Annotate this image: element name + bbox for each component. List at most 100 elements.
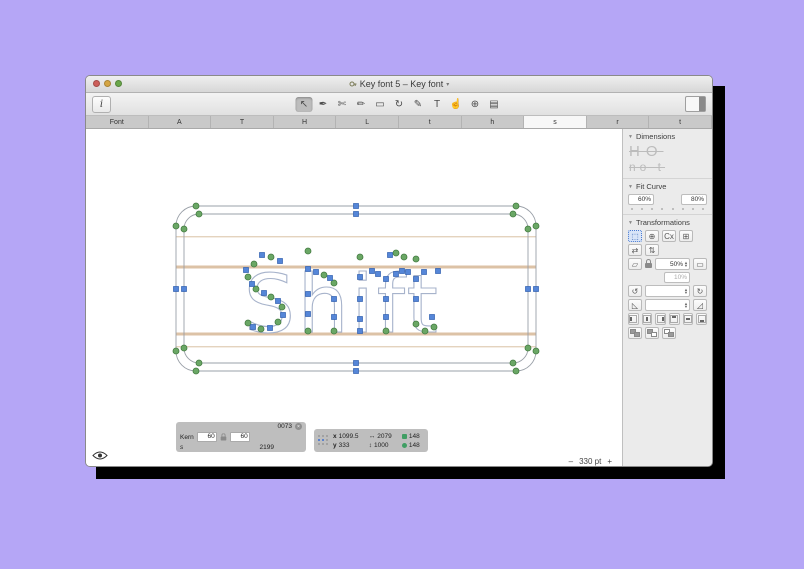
oncurve-node[interactable] — [278, 303, 286, 311]
oncurve-node[interactable] — [532, 347, 540, 355]
magnifier-tool[interactable]: ⊕ — [467, 97, 484, 112]
transformations-header[interactable]: ▼ Transformations — [623, 214, 712, 229]
boolean-subtract-button[interactable] — [645, 327, 659, 339]
control-node[interactable] — [393, 271, 399, 277]
control-node[interactable] — [525, 286, 531, 292]
tab-t-lower-2[interactable]: t — [649, 116, 712, 128]
hand-tool[interactable]: ☝ — [448, 97, 465, 112]
fit-curve-min-field[interactable]: 60% — [628, 194, 654, 205]
oncurve-node[interactable] — [421, 327, 429, 335]
oncurve-node[interactable] — [195, 359, 203, 367]
tab-s-selected[interactable]: s — [524, 116, 587, 128]
x-value[interactable]: 1099.5 — [339, 433, 359, 440]
oncurve-node[interactable] — [172, 347, 180, 355]
rotate-tool[interactable]: ↻ — [391, 97, 408, 112]
pencil-tool[interactable]: ✏ — [353, 97, 370, 112]
rotate-field[interactable]: ▲ ▼ — [645, 285, 690, 297]
control-node[interactable] — [249, 281, 255, 287]
scale-stepper[interactable]: ▲ ▼ — [684, 261, 688, 268]
shapes-tool[interactable]: ▭ — [372, 97, 389, 112]
control-node[interactable] — [357, 274, 363, 280]
control-node[interactable] — [369, 268, 375, 274]
control-node[interactable] — [429, 314, 435, 320]
minimize-button[interactable] — [104, 80, 111, 87]
rotate-stepper[interactable]: ▲ ▼ — [684, 288, 688, 295]
control-node[interactable] — [353, 211, 359, 217]
align-right-button[interactable] — [655, 313, 667, 325]
kern-right-field[interactable]: 60 — [229, 432, 250, 442]
oncurve-node[interactable] — [250, 260, 258, 268]
oncurve-node[interactable] — [192, 367, 200, 375]
control-node[interactable] — [435, 268, 441, 274]
oncurve-node[interactable] — [330, 327, 338, 335]
pen-tool[interactable]: ✒ — [315, 97, 332, 112]
control-node[interactable] — [277, 258, 283, 264]
control-node[interactable] — [243, 267, 249, 273]
glyph-canvas[interactable]: Shift — [86, 129, 622, 467]
control-node[interactable] — [305, 266, 311, 272]
scale-value[interactable]: 50% — [657, 261, 683, 268]
tab-t-lower[interactable]: t — [399, 116, 462, 128]
oncurve-node[interactable] — [356, 253, 364, 261]
origin-reference-button[interactable]: ⊕ — [645, 230, 659, 242]
control-node[interactable] — [313, 269, 319, 275]
control-node[interactable] — [399, 268, 405, 274]
transform-origin-grid[interactable] — [318, 435, 329, 446]
control-node[interactable] — [173, 286, 179, 292]
oncurve-node[interactable] — [172, 222, 180, 230]
control-node[interactable] — [357, 296, 363, 302]
oncurve-node[interactable] — [382, 327, 390, 335]
oncurve-node[interactable] — [257, 325, 265, 333]
glyph-word-outline[interactable]: Shift — [243, 257, 441, 351]
control-node[interactable] — [405, 269, 411, 275]
sidebar-toggle-button[interactable] — [685, 96, 706, 112]
slant-stepper[interactable]: ▲ ▼ — [684, 302, 688, 309]
annotate-tool[interactable]: ✎ — [410, 97, 427, 112]
tab-h-lower[interactable]: h — [462, 116, 525, 128]
kern-left-field[interactable]: 60 — [196, 432, 217, 442]
disclosure-triangle-icon[interactable]: ▼ — [628, 134, 633, 140]
disclosure-triangle-icon[interactable]: ▼ — [628, 220, 633, 226]
tab-r-lower[interactable]: r — [587, 116, 650, 128]
control-node[interactable] — [353, 360, 359, 366]
mirror-horizontal-button[interactable]: ⇄ — [628, 244, 642, 256]
oncurve-node[interactable] — [509, 359, 517, 367]
control-node[interactable] — [353, 368, 359, 374]
slant-right-button[interactable]: ◿ — [693, 299, 707, 311]
align-left-button[interactable] — [628, 313, 639, 325]
oncurve-node[interactable] — [392, 249, 400, 257]
tab-font[interactable]: Font — [86, 116, 149, 128]
kern-lock-icon[interactable] — [220, 433, 227, 441]
oncurve-node[interactable] — [244, 319, 252, 327]
control-node[interactable] — [327, 275, 333, 281]
control-node[interactable] — [353, 203, 359, 209]
fit-curve-max-field[interactable]: 80% — [681, 194, 707, 205]
disclosure-triangle-icon[interactable]: ▼ — [628, 184, 633, 190]
oncurve-node[interactable] — [274, 318, 282, 326]
title-bar[interactable]: Key font 5 – Key font ▾ — [86, 76, 712, 93]
control-node[interactable] — [261, 290, 267, 296]
control-node[interactable] — [375, 271, 381, 277]
rotate-ccw-button[interactable]: ↺ — [628, 285, 642, 297]
text-tool[interactable]: T — [429, 97, 446, 112]
zoom-in-button[interactable]: + — [607, 457, 612, 466]
align-middle-v-button[interactable] — [682, 313, 694, 325]
oncurve-node[interactable] — [524, 344, 532, 352]
scale-icon-button[interactable]: ▱ — [628, 258, 642, 270]
scale-reverse-button[interactable]: ▭ — [693, 258, 707, 270]
oncurve-node[interactable] — [512, 367, 520, 375]
oncurve-node[interactable] — [430, 323, 438, 331]
edit-canvas[interactable]: Shift 0073 × Kern 60 60 s 2199 x 1099.5 … — [86, 129, 622, 467]
knife-tool[interactable]: ✄ — [334, 97, 351, 112]
control-node[interactable] — [181, 286, 187, 292]
title-chevron-icon[interactable]: ▾ — [446, 81, 449, 88]
oncurve-node[interactable] — [195, 210, 203, 218]
control-node[interactable] — [267, 325, 273, 331]
scale-field[interactable]: 50% ▲ ▼ — [655, 258, 690, 270]
close-button[interactable] — [93, 80, 100, 87]
control-node[interactable] — [357, 316, 363, 322]
control-node[interactable] — [280, 312, 286, 318]
oncurve-node[interactable] — [320, 271, 328, 279]
rotate-cw-button[interactable]: ↻ — [693, 285, 707, 297]
oncurve-node[interactable] — [267, 253, 275, 261]
